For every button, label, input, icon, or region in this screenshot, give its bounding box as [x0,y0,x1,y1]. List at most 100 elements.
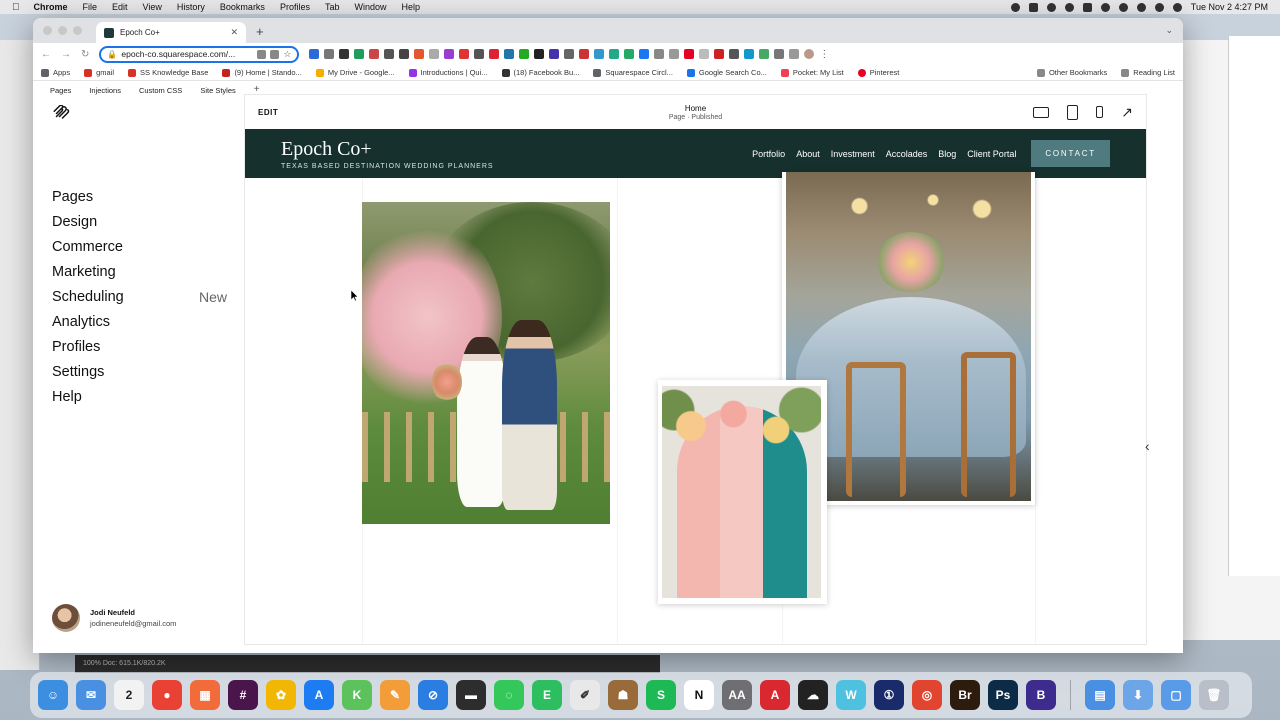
address-bar[interactable]: 🔒 epoch-co.squarespace.com/... ☆ [99,45,300,63]
extension-icon[interactable] [354,49,365,59]
extension-icon[interactable] [624,49,635,59]
squarespace-logo-icon[interactable] [52,105,70,119]
tab-custom-css[interactable]: Custom CSS [139,86,182,95]
puzzle-extensions-icon[interactable] [789,49,800,59]
extension-icon[interactable] [684,49,695,59]
creative-cloud-icon[interactable]: ☁ [798,680,828,710]
launchpad-icon[interactable]: ▦ [190,680,220,710]
tab-search-chevron-icon[interactable]: ⌄ [1165,25,1173,36]
status-icon[interactable] [1046,2,1056,12]
menu-view[interactable]: View [143,2,162,12]
menu-bookmarks[interactable]: Bookmarks [220,2,265,12]
site-nav-portfolio[interactable]: Portfolio [752,149,785,159]
extension-icon[interactable] [429,49,440,59]
search-icon[interactable] [1154,2,1164,12]
wave-icon[interactable]: W [836,680,866,710]
status-icon[interactable] [1064,2,1074,12]
bridge-icon[interactable]: Br [950,680,980,710]
nav-item-commerce[interactable]: Commerce [52,234,227,259]
keynote-icon[interactable]: K [342,680,372,710]
menu-history[interactable]: History [177,2,205,12]
bookmark-other-folder[interactable]: Other Bookmarks [1036,68,1107,77]
wifi-icon[interactable] [1136,2,1146,12]
site-nav-blog[interactable]: Blog [938,149,956,159]
tab-pages[interactable]: Pages [50,86,71,95]
mail-icon[interactable]: ✉ [76,680,106,710]
nav-item-marketing[interactable]: Marketing [52,259,227,284]
extension-icon[interactable] [699,49,710,59]
extension-icon[interactable] [489,49,500,59]
menu-window[interactable]: Window [354,2,386,12]
nav-item-profiles[interactable]: Profiles [52,334,227,359]
extension-icon[interactable] [399,49,410,59]
chevron-left-icon[interactable]: ‹ [1145,438,1150,454]
profile-avatar-icon[interactable] [804,49,815,59]
bookmark-pocket[interactable]: Pocket: My List [780,68,844,77]
applications-folder-icon[interactable]: ▤ [1085,680,1115,710]
bookmark-star-icon[interactable]: ☆ [283,49,291,60]
bookmark-ss-knowledge-base[interactable]: SS Knowledge Base [128,68,208,77]
textedit-icon[interactable]: ✐ [570,680,600,710]
extension-icon[interactable] [744,49,755,59]
safari-icon[interactable]: ⊘ [418,680,448,710]
trash-icon[interactable]: 🗑 [1199,680,1229,710]
font-book-icon[interactable]: AA [722,680,752,710]
forward-arrow-icon[interactable]: → [61,49,71,60]
back-arrow-icon[interactable]: ← [41,49,51,60]
minimize-window-button[interactable] [58,26,67,35]
calendar-icon[interactable]: 2 [114,680,144,710]
account-menu[interactable]: Jodi Neufeld jodineneufeld@gmail.com [52,604,176,632]
open-site-arrow-icon[interactable]: ↗ [1121,104,1133,121]
site-nav-investment[interactable]: Investment [831,149,875,159]
extension-icon[interactable] [654,49,665,59]
lock-icon[interactable]: 🔒 [107,50,117,59]
bbedit-icon[interactable]: B [1026,680,1056,710]
photos-icon[interactable]: ✿ [266,680,296,710]
wedding-couple-photo[interactable] [362,202,610,524]
edit-button[interactable]: EDIT [258,108,278,117]
bookmark-my-drive[interactable]: My Drive - Google... [315,68,395,77]
desktop-view-icon[interactable] [1033,106,1050,118]
extension-icon[interactable] [504,49,515,59]
nav-item-help[interactable]: Help [52,384,227,409]
chrome-icon[interactable]: ● [152,680,182,710]
extension-icon[interactable] [324,49,335,59]
close-tab-icon[interactable]: ✕ [230,27,238,38]
messages-icon[interactable]: ◌ [494,680,524,710]
qr-icon[interactable] [270,49,280,59]
zoom-window-button[interactable] [73,26,82,35]
extension-icon[interactable] [444,49,455,59]
menu-edit[interactable]: Edit [112,2,128,12]
extension-icon[interactable] [384,49,395,59]
url-text[interactable]: epoch-co.squarespace.com/... [121,49,235,59]
reload-icon[interactable]: ↻ [81,49,89,60]
extension-icon[interactable] [414,49,425,59]
extension-icon[interactable] [339,49,350,59]
app-menu[interactable]: Chrome [34,2,68,12]
menu-tab[interactable]: Tab [325,2,340,12]
extension-icon[interactable] [639,49,650,59]
tablet-view-icon[interactable] [1067,104,1079,120]
close-window-button[interactable] [43,26,52,35]
extension-icon[interactable] [669,49,680,59]
spotify-icon[interactable]: S [646,680,676,710]
site-brand[interactable]: Epoch Co+ TEXAS BASED DESTINATION WEDDIN… [281,138,494,170]
browser-tab[interactable]: Epoch Co+ ✕ [96,22,246,43]
nav-item-design[interactable]: Design [52,209,227,234]
status-icon[interactable] [1082,2,1092,12]
documents-folder-icon[interactable]: ▢ [1161,680,1191,710]
extension-icon[interactable] [549,49,560,59]
nav-item-pages[interactable]: Pages [52,184,227,209]
bookmark-pinterest[interactable]: Pinterest [857,68,899,77]
new-tab-button[interactable]: + [256,24,264,39]
bookmark-squarespace-circle[interactable]: Squarespace Circl... [593,68,673,77]
seating-chart-arch-photo[interactable] [658,380,827,604]
evernote-icon[interactable]: E [532,680,562,710]
menu-help[interactable]: Help [401,2,420,12]
extension-icon[interactable] [729,49,740,59]
status-icon[interactable] [1028,2,1038,12]
site-nav-client-portal[interactable]: Client Portal [967,149,1016,159]
tab-site-styles[interactable]: Site Styles [200,86,235,95]
extension-icon[interactable] [759,49,770,59]
nav-item-analytics[interactable]: Analytics [52,309,227,334]
